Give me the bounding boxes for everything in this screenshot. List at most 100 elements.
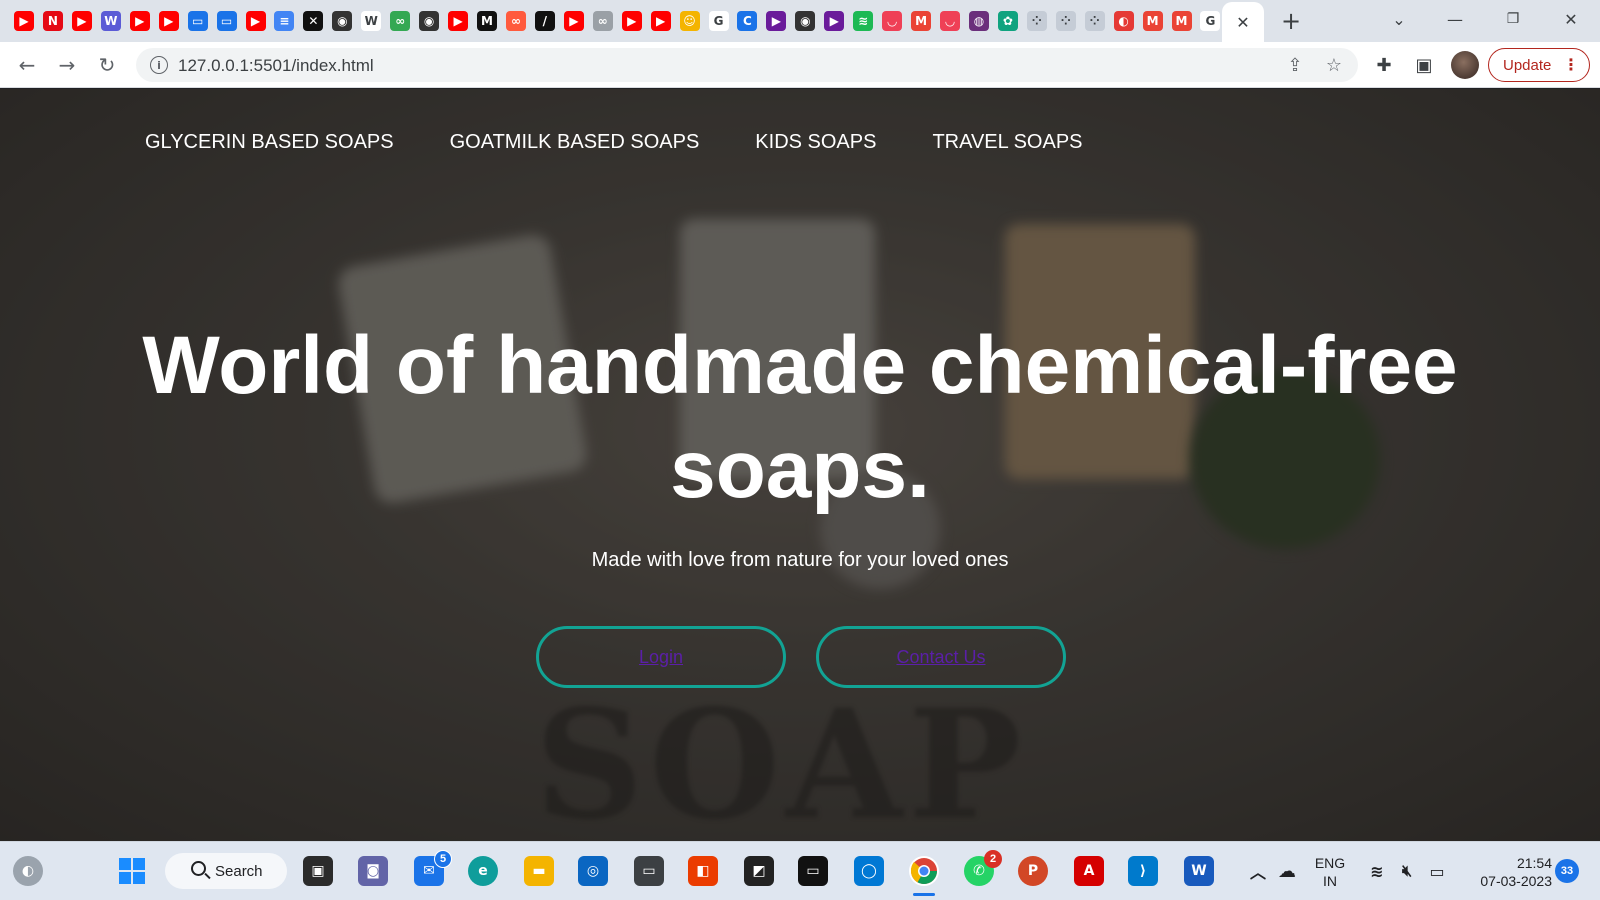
- battery-icon[interactable]: ▭: [1422, 856, 1452, 886]
- chat-icon[interactable]: ▭: [187, 11, 208, 31]
- docs-icon[interactable]: ≡: [274, 11, 295, 31]
- active-tab[interactable]: ✕: [1222, 2, 1264, 42]
- address-bar[interactable]: i 127.0.0.1:5501/index.html ⇪ ☆: [136, 48, 1358, 82]
- teams-chat-icon[interactable]: ◙: [358, 856, 388, 886]
- task-view-icon[interactable]: ▣: [303, 856, 333, 886]
- language-indicator[interactable]: ENG IN: [1310, 854, 1350, 890]
- pocket-icon[interactable]: ◡: [882, 11, 903, 31]
- avatar-icon[interactable]: ☺: [679, 11, 700, 31]
- gmail-icon[interactable]: M: [1142, 11, 1163, 31]
- tab-search-chevron-icon[interactable]: ⌄: [1376, 0, 1422, 38]
- youtube-icon[interactable]: ▶: [71, 11, 92, 31]
- netflix-icon[interactable]: N: [42, 11, 63, 31]
- arrow-icon[interactable]: ▶: [824, 11, 845, 31]
- clock-date: 07-03-2023: [1480, 873, 1552, 889]
- speaker-muted-icon[interactable]: 🔇︎: [1392, 856, 1422, 886]
- spotify-icon[interactable]: ≋: [853, 11, 874, 31]
- new-tab-button[interactable]: +: [1278, 7, 1304, 35]
- powerpoint-icon[interactable]: P: [1018, 856, 1048, 886]
- login-button[interactable]: Login: [536, 626, 786, 688]
- dots-icon[interactable]: ⁘: [1055, 11, 1076, 31]
- login-link[interactable]: Login: [639, 647, 683, 668]
- youtube-icon[interactable]: ▶: [621, 11, 642, 31]
- nav-link-travel[interactable]: TRAVEL SOAPS: [932, 131, 1082, 154]
- mail-icon[interactable]: ✉ 5: [414, 850, 452, 886]
- wikipedia-icon[interactable]: W: [361, 11, 382, 31]
- contact-us-link[interactable]: Contact Us: [896, 647, 985, 668]
- google-icon[interactable]: G: [1200, 11, 1221, 31]
- youtube-icon[interactable]: ▶: [14, 11, 34, 31]
- extensions-icon[interactable]: ✚: [1371, 52, 1397, 78]
- webflow-icon[interactable]: W: [100, 11, 121, 31]
- globe-icon[interactable]: ◉: [419, 11, 440, 31]
- bookmark-star-icon[interactable]: ☆: [1323, 54, 1345, 76]
- nav-link-glycerin[interactable]: GLYCERIN BASED SOAPS: [145, 131, 394, 154]
- widgets-icon[interactable]: ◐: [13, 856, 43, 886]
- link-icon[interactable]: ∞: [390, 11, 411, 31]
- app-icon[interactable]: ◐: [1113, 11, 1134, 31]
- minimize-button[interactable]: —: [1432, 0, 1478, 38]
- medium-icon[interactable]: M: [477, 11, 497, 31]
- profile-avatar[interactable]: [1451, 51, 1479, 79]
- edge-icon[interactable]: e: [468, 856, 498, 886]
- link-icon[interactable]: ∞: [592, 11, 613, 31]
- share-icon[interactable]: ⇪: [1284, 54, 1306, 76]
- acrobat-icon[interactable]: A: [1074, 856, 1104, 886]
- app-icon[interactable]: ◍: [968, 11, 989, 31]
- dots-icon[interactable]: ⁘: [1026, 11, 1047, 31]
- console-icon[interactable]: ▭: [798, 856, 828, 886]
- start-windows-icon[interactable]: [117, 856, 147, 886]
- nav-link-kids[interactable]: KIDS SOAPS: [755, 131, 876, 154]
- nav-link-goatmilk[interactable]: GOATMILK BASED SOAPS: [450, 131, 700, 154]
- close-window-button[interactable]: ✕: [1548, 0, 1594, 38]
- notification-badge[interactable]: 33: [1555, 859, 1579, 883]
- youtube-icon[interactable]: ▶: [448, 11, 469, 31]
- chat-icon[interactable]: ▭: [216, 11, 237, 31]
- youtube-icon[interactable]: ▶: [563, 11, 584, 31]
- sticky-notes-icon[interactable]: ◩: [744, 856, 774, 886]
- link-icon[interactable]: ∞: [505, 11, 526, 31]
- youtube-icon[interactable]: ▶: [650, 11, 671, 31]
- wifi-icon[interactable]: ≋: [1362, 856, 1392, 886]
- canva-icon[interactable]: C: [737, 11, 758, 31]
- youtube-icon[interactable]: ▶: [245, 11, 266, 31]
- gmail-icon[interactable]: M: [1171, 11, 1192, 31]
- forward-button[interactable]: →: [51, 49, 83, 81]
- app-icon[interactable]: ◯: [854, 856, 884, 886]
- back-button[interactable]: ←: [11, 49, 43, 81]
- contact-us-button[interactable]: Contact Us: [816, 626, 1066, 688]
- chatgpt-icon[interactable]: ✿: [997, 11, 1018, 31]
- office-icon[interactable]: ◧: [688, 856, 718, 886]
- globe-icon[interactable]: ◉: [332, 11, 353, 31]
- menu-dots-icon[interactable]: ⋮: [1563, 55, 1579, 74]
- close-tab-icon[interactable]: ✕: [1236, 13, 1249, 32]
- onedrive-cloud-icon[interactable]: ☁: [1272, 856, 1302, 886]
- update-button[interactable]: Update ⋮: [1488, 48, 1590, 82]
- file-explorer-icon[interactable]: ▬: [524, 856, 554, 886]
- side-panel-icon[interactable]: ▣: [1411, 52, 1437, 78]
- youtube-icon[interactable]: ▶: [129, 11, 150, 31]
- arrow-icon[interactable]: ▶: [766, 11, 787, 31]
- chrome-icon[interactable]: [909, 856, 939, 886]
- site-info-icon[interactable]: i: [150, 56, 168, 74]
- google-icon[interactable]: G: [708, 11, 729, 31]
- pocket-icon[interactable]: ◡: [940, 11, 960, 31]
- notion-icon[interactable]: /: [534, 11, 555, 31]
- show-hidden-icons-chevron[interactable]: ︿: [1243, 856, 1273, 886]
- capcut-icon[interactable]: ✕: [303, 11, 324, 31]
- globe-icon[interactable]: ◉: [795, 11, 816, 31]
- clock[interactable]: 21:54 07-03-2023: [1462, 854, 1552, 890]
- dell-icon[interactable]: ◎: [578, 856, 608, 886]
- gmail-icon[interactable]: M: [911, 11, 932, 31]
- reload-button[interactable]: ↻: [91, 49, 123, 81]
- dots-icon[interactable]: ⁘: [1084, 11, 1105, 31]
- taskbar-search[interactable]: Search: [165, 853, 287, 889]
- restore-button[interactable]: ❐: [1490, 0, 1536, 38]
- youtube-icon[interactable]: ▶: [158, 11, 179, 31]
- vscode-icon[interactable]: ⟩: [1128, 856, 1158, 886]
- address-url[interactable]: 127.0.0.1:5501/index.html: [178, 56, 374, 76]
- word-icon[interactable]: W: [1184, 856, 1214, 886]
- whatsapp-icon[interactable]: ✆ 2: [964, 850, 1002, 886]
- terminal-icon[interactable]: ▭: [634, 856, 664, 886]
- hero-title: World of handmade chemical-free soaps.: [142, 320, 1458, 515]
